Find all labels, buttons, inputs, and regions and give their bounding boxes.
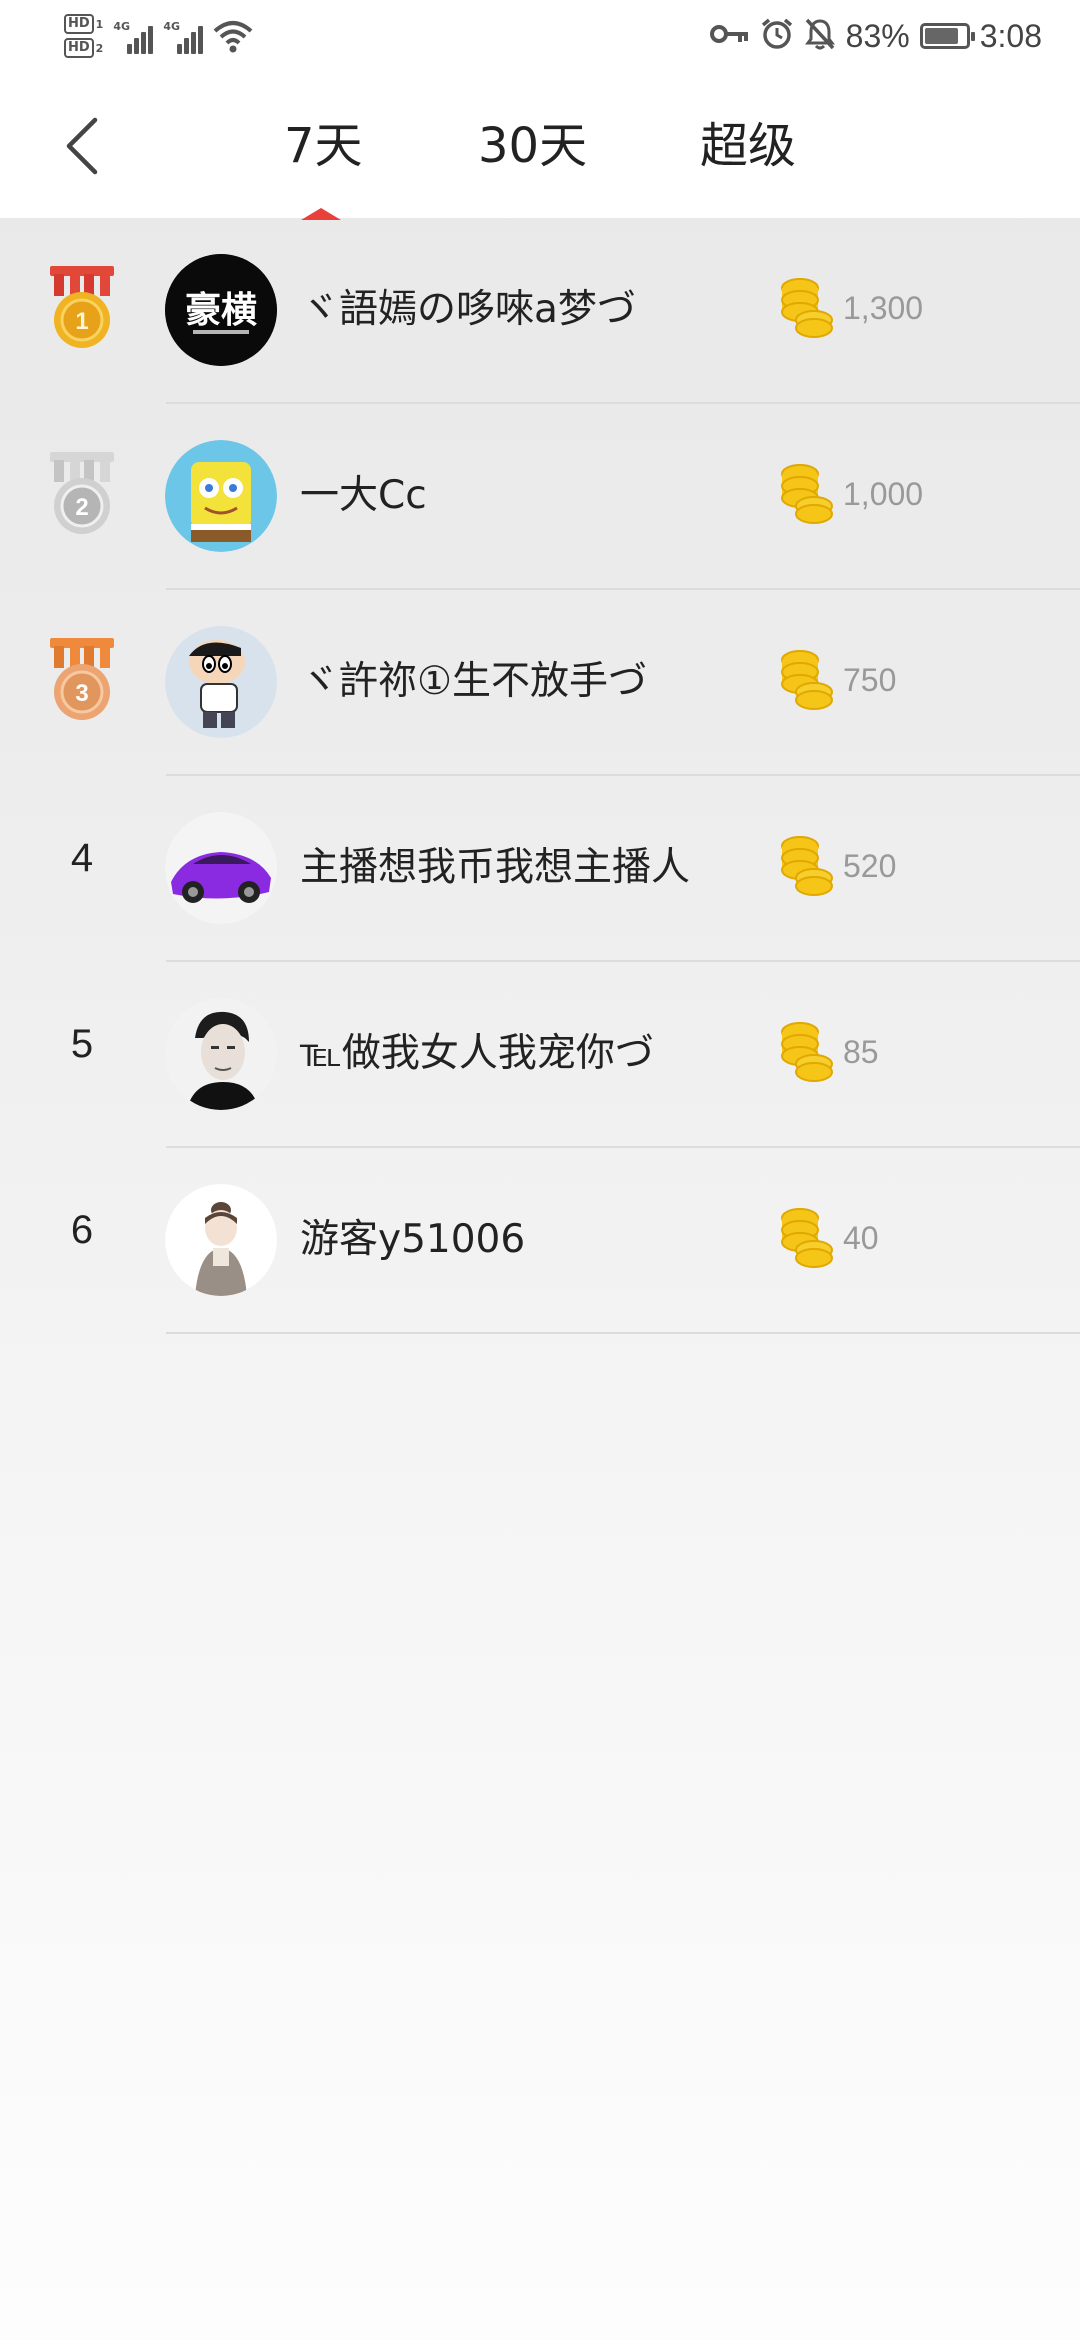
gold-coins-icon (781, 1022, 833, 1082)
svg-text:1: 1 (75, 308, 88, 335)
hd-badges: HD 1 HD 2 (64, 14, 103, 58)
battery-percent: 83% (845, 17, 910, 54)
tab-super[interactable]: 超级 (700, 116, 796, 176)
battery-icon (919, 23, 975, 49)
tab-30-days[interactable]: 30天 (478, 116, 587, 176)
hd-1-badge: HD 1 (64, 14, 103, 34)
status-bar: HD 1 HD 2 4G 4G 83% 3:08 (0, 0, 1080, 72)
wifi-icon (213, 19, 253, 53)
gold-coins-icon (781, 464, 833, 524)
clock: 3:08 (979, 17, 1042, 54)
coin-count: 1,300 (843, 290, 924, 326)
list-item[interactable]: 1 豪横 ヾ語嫣の哆唻a梦づ 1,300 (0, 218, 1080, 404)
status-bar-right: 83% 3:08 (709, 10, 1042, 62)
gold-coins-icon (781, 836, 833, 896)
gold-coins-icon (781, 1208, 833, 1268)
leaderboard-list: 1 豪横 ヾ語嫣の哆唻a梦づ 1,300 2 一大Cc 1,000 3 ヾ許祢①… (0, 218, 1080, 1334)
gold-medal-icon: 1 (50, 266, 114, 348)
tab-7-days[interactable]: 7天 (284, 116, 363, 176)
silver-medal-icon: 2 (50, 452, 114, 534)
gold-coins-icon (781, 650, 833, 710)
rank-number: 5 (70, 1022, 94, 1066)
divider (166, 1332, 1080, 1334)
svg-text:豪横: 豪横 (185, 289, 257, 331)
avatar[interactable] (165, 812, 277, 924)
status-bar-left: HD 1 HD 2 4G 4G (64, 8, 253, 64)
coin-count: 40 (843, 1220, 879, 1256)
gold-coins-icon (781, 278, 833, 338)
coin-count: 85 (843, 1034, 879, 1070)
coin-count: 1,000 (843, 476, 924, 512)
username: ℡做我女人我宠你づ (300, 1031, 654, 1076)
key-icon (709, 21, 750, 51)
hd-2-badge: HD 2 (64, 38, 103, 58)
chevron-left-icon (66, 117, 98, 175)
alarm-icon (760, 17, 794, 55)
rank-number: 4 (70, 836, 94, 880)
back-button[interactable] (56, 114, 106, 178)
avatar[interactable] (165, 440, 277, 552)
rank-number: 6 (70, 1208, 94, 1252)
svg-text:2: 2 (75, 494, 88, 521)
list-item[interactable]: 5 ℡做我女人我宠你づ 85 (0, 962, 1080, 1148)
avatar[interactable] (165, 626, 277, 738)
username: 主播想我币我想主播人 (300, 845, 691, 890)
list-item[interactable]: 6 游客y51006 40 (0, 1148, 1080, 1334)
signal-4g-icon: 4G (163, 18, 204, 54)
signal-4g-icon: 4G (113, 18, 154, 54)
username: 游客y51006 (300, 1217, 526, 1262)
avatar[interactable] (165, 998, 277, 1110)
avatar[interactable] (165, 1184, 277, 1296)
username: ヾ語嫣の哆唻a梦づ (300, 287, 636, 332)
battery-fill (924, 28, 958, 44)
avatar[interactable]: 豪横 (165, 254, 277, 366)
coin-count: 520 (843, 848, 897, 884)
header: 7天 30天 超级 (0, 72, 1080, 220)
username: 一大Cc (300, 473, 427, 518)
mute-icon (804, 17, 836, 55)
svg-text:3: 3 (75, 680, 88, 707)
list-item[interactable]: 4 主播想我币我想主播人 520 (0, 776, 1080, 962)
bronze-medal-icon: 3 (50, 638, 114, 720)
list-item[interactable]: 2 一大Cc 1,000 (0, 404, 1080, 590)
username: ヾ許祢①生不放手づ (300, 659, 647, 704)
coin-count: 750 (843, 662, 897, 698)
list-item[interactable]: 3 ヾ許祢①生不放手づ 750 (0, 590, 1080, 776)
